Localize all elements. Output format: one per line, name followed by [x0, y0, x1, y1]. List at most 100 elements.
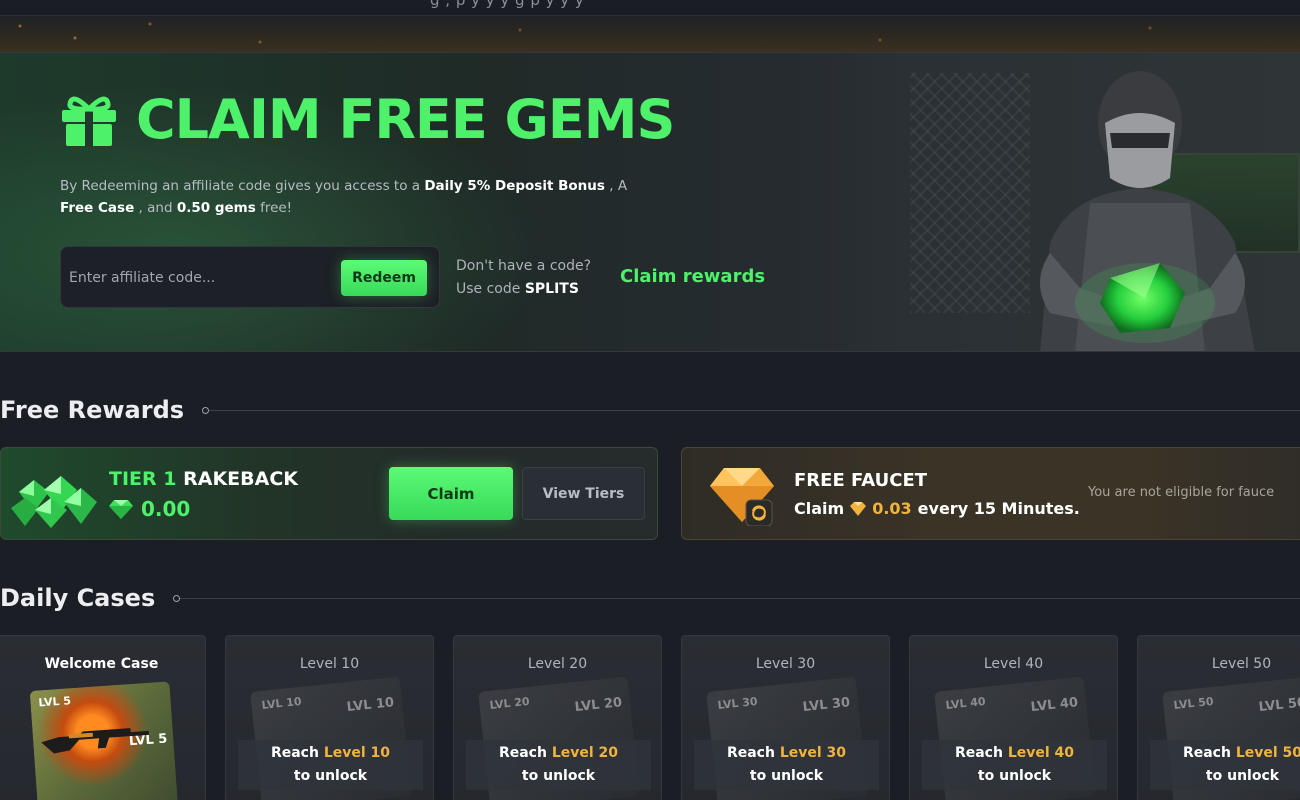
- case-label: Level 50: [1211, 656, 1272, 672]
- hero-character-art: [820, 53, 1300, 351]
- banner-glitter: [0, 16, 1300, 52]
- rakeback-value: 0.00: [141, 497, 191, 521]
- case-label: Level 40: [983, 656, 1044, 672]
- case-art-level-tag: LVL 20: [574, 695, 623, 716]
- required-level: Level 40: [1007, 745, 1075, 761]
- unlock-suffix: to unlock: [749, 768, 824, 784]
- case-label: Level 10: [299, 656, 360, 672]
- top-ticker-text: g , p y y y g p y y y: [430, 0, 585, 9]
- affiliate-code-input[interactable]: [69, 261, 329, 295]
- daily-cases-header: Daily Cases: [0, 584, 1300, 612]
- reach-word: Reach: [954, 745, 1003, 761]
- hint-question: Don't have a code?: [456, 258, 592, 274]
- unlock-suffix: to unlock: [293, 768, 368, 784]
- case-art-level-tag: LVL 30: [716, 694, 759, 713]
- welcome-case-art: LVL 5 LVL 5: [29, 681, 179, 800]
- hint-use-code: Use code: [456, 281, 521, 297]
- unlock-suffix: to unlock: [977, 768, 1052, 784]
- rifle-icon: [41, 728, 149, 754]
- unlock-requirement: Reach Level 50 to unlock: [1150, 740, 1300, 790]
- unlock-line: Reach Level 30: [694, 742, 879, 765]
- green-gems-pile-icon: [11, 476, 97, 528]
- gift-icon: [62, 96, 116, 146]
- case-art-level-tag: LVL 10: [260, 694, 303, 713]
- section-divider: [180, 597, 1300, 599]
- section-divider: [209, 409, 1300, 411]
- gold-gem-icon: [710, 468, 774, 526]
- level-40-case-card[interactable]: Level 40 LVL 40 LVL 40 Reach Level 40 to…: [909, 635, 1118, 800]
- hero-title-row: CLAIM FREE GEMS: [60, 88, 675, 151]
- claim-rakeback-button[interactable]: Claim: [389, 467, 513, 520]
- case-art-level-tag: LVL 50: [1172, 694, 1215, 713]
- unlock-requirement: Reach Level 10 to unlock: [238, 740, 423, 790]
- hero-title: CLAIM FREE GEMS: [136, 88, 675, 151]
- redeem-button[interactable]: Redeem: [341, 260, 427, 296]
- unlock-line: Reach Level 20: [466, 742, 651, 765]
- faucet-interval: every 15 Minutes.: [917, 499, 1080, 518]
- required-level: Level 30: [779, 745, 847, 761]
- small-gold-gem-icon: [850, 501, 867, 516]
- tier-rakeback-word: RAKEBACK: [183, 468, 298, 490]
- case-art-level-tag: LVL 30: [802, 695, 851, 716]
- free-case-highlight: Free Case: [60, 200, 135, 216]
- faucet-amount: 0.03: [872, 499, 912, 518]
- unlock-line: Reach Level 40: [922, 742, 1107, 765]
- top-bar: g , p y y y g p y y y: [0, 0, 1300, 16]
- unlock-line: Reach Level 10: [238, 742, 423, 765]
- rakeback-tier-label: TIER 1 RAKEBACK: [109, 468, 298, 490]
- case-art-level-tag: LVL 5: [38, 694, 72, 710]
- faucet-card: FREE FAUCET Claim 0.03 every 15 Minutes.…: [681, 447, 1300, 540]
- gems-highlight: 0.50 gems: [176, 200, 256, 216]
- view-tiers-button[interactable]: View Tiers: [522, 467, 645, 520]
- faucet-ineligible-message: You are not eligible for fauce: [1088, 485, 1275, 500]
- section-dot: [173, 594, 181, 602]
- unlock-suffix: to unlock: [521, 768, 596, 784]
- code-hint: Don't have a code? Use code SPLITS: [456, 255, 591, 301]
- unlock-requirement: Reach Level 20 to unlock: [466, 740, 651, 790]
- free-rewards-title: Free Rewards: [0, 396, 185, 424]
- daily-cases-title: Daily Cases: [0, 584, 156, 612]
- case-label: Welcome Case: [44, 656, 159, 672]
- section-dot: [202, 406, 210, 414]
- rakeback-amount: 0.00: [109, 497, 190, 521]
- required-level: Level 20: [551, 745, 619, 761]
- desc-suffix: free!: [260, 200, 293, 216]
- case-art-level-tag: LVL 50: [1258, 695, 1300, 716]
- unlock-requirement: Reach Level 30 to unlock: [694, 740, 879, 790]
- deposit-bonus-highlight: Daily 5% Deposit Bonus: [424, 178, 605, 194]
- level-50-case-card[interactable]: Level 50 LVL 50 LVL 50 Reach Level 50 to…: [1137, 635, 1300, 800]
- level-20-case-card[interactable]: Level 20 LVL 20 LVL 20 Reach Level 20 to…: [453, 635, 662, 800]
- case-art-level-tag: LVL 20: [488, 694, 531, 713]
- required-level: Level 10: [323, 745, 391, 761]
- case-label: Level 30: [755, 656, 816, 672]
- faucet-title: FREE FAUCET: [794, 470, 928, 491]
- tier-level: TIER 1: [109, 468, 177, 490]
- hero-description: By Redeeming an affiliate code gives you…: [60, 175, 660, 219]
- claim-rewards-link[interactable]: Claim rewards: [620, 266, 765, 287]
- rakeback-card: TIER 1 RAKEBACK 0.00 Claim View Tiers: [0, 447, 658, 540]
- desc-prefix: By Redeeming an affiliate code gives you…: [60, 178, 421, 194]
- affiliate-code-form: Redeem: [60, 246, 440, 308]
- required-level: Level 50: [1235, 745, 1300, 761]
- claim-gems-hero: CLAIM FREE GEMS By Redeeming an affiliat…: [0, 52, 1300, 352]
- unlock-requirement: Reach Level 40 to unlock: [922, 740, 1107, 790]
- reach-word: Reach: [498, 745, 547, 761]
- hint-code-value: SPLITS: [524, 281, 579, 297]
- desc-mid: , A: [609, 178, 628, 194]
- level-30-case-card[interactable]: Level 30 LVL 30 LVL 30 Reach Level 30 to…: [681, 635, 890, 800]
- hint-code-line: Use code SPLITS: [456, 278, 591, 301]
- top-banner-strip: g , p y y y g p y y y: [0, 0, 1300, 52]
- reach-word: Reach: [726, 745, 775, 761]
- unlock-suffix: to unlock: [1205, 768, 1280, 784]
- green-gem-icon: [109, 500, 133, 519]
- welcome-case-card[interactable]: Welcome Case LVL 5 LVL 5: [0, 635, 206, 800]
- level-10-case-card[interactable]: Level 10 LVL 10 LVL 10 Reach Level 10 to…: [225, 635, 434, 800]
- unlock-line: Reach Level 50: [1150, 742, 1300, 765]
- desc-and: , and: [138, 200, 173, 216]
- case-art-level-tag: LVL 10: [346, 695, 395, 716]
- free-rewards-header: Free Rewards: [0, 396, 1300, 424]
- case-art-level-tag: LVL 40: [1030, 695, 1079, 716]
- reach-word: Reach: [1182, 745, 1231, 761]
- masked-soldier-figure: [1040, 71, 1255, 351]
- case-label: Level 20: [527, 656, 588, 672]
